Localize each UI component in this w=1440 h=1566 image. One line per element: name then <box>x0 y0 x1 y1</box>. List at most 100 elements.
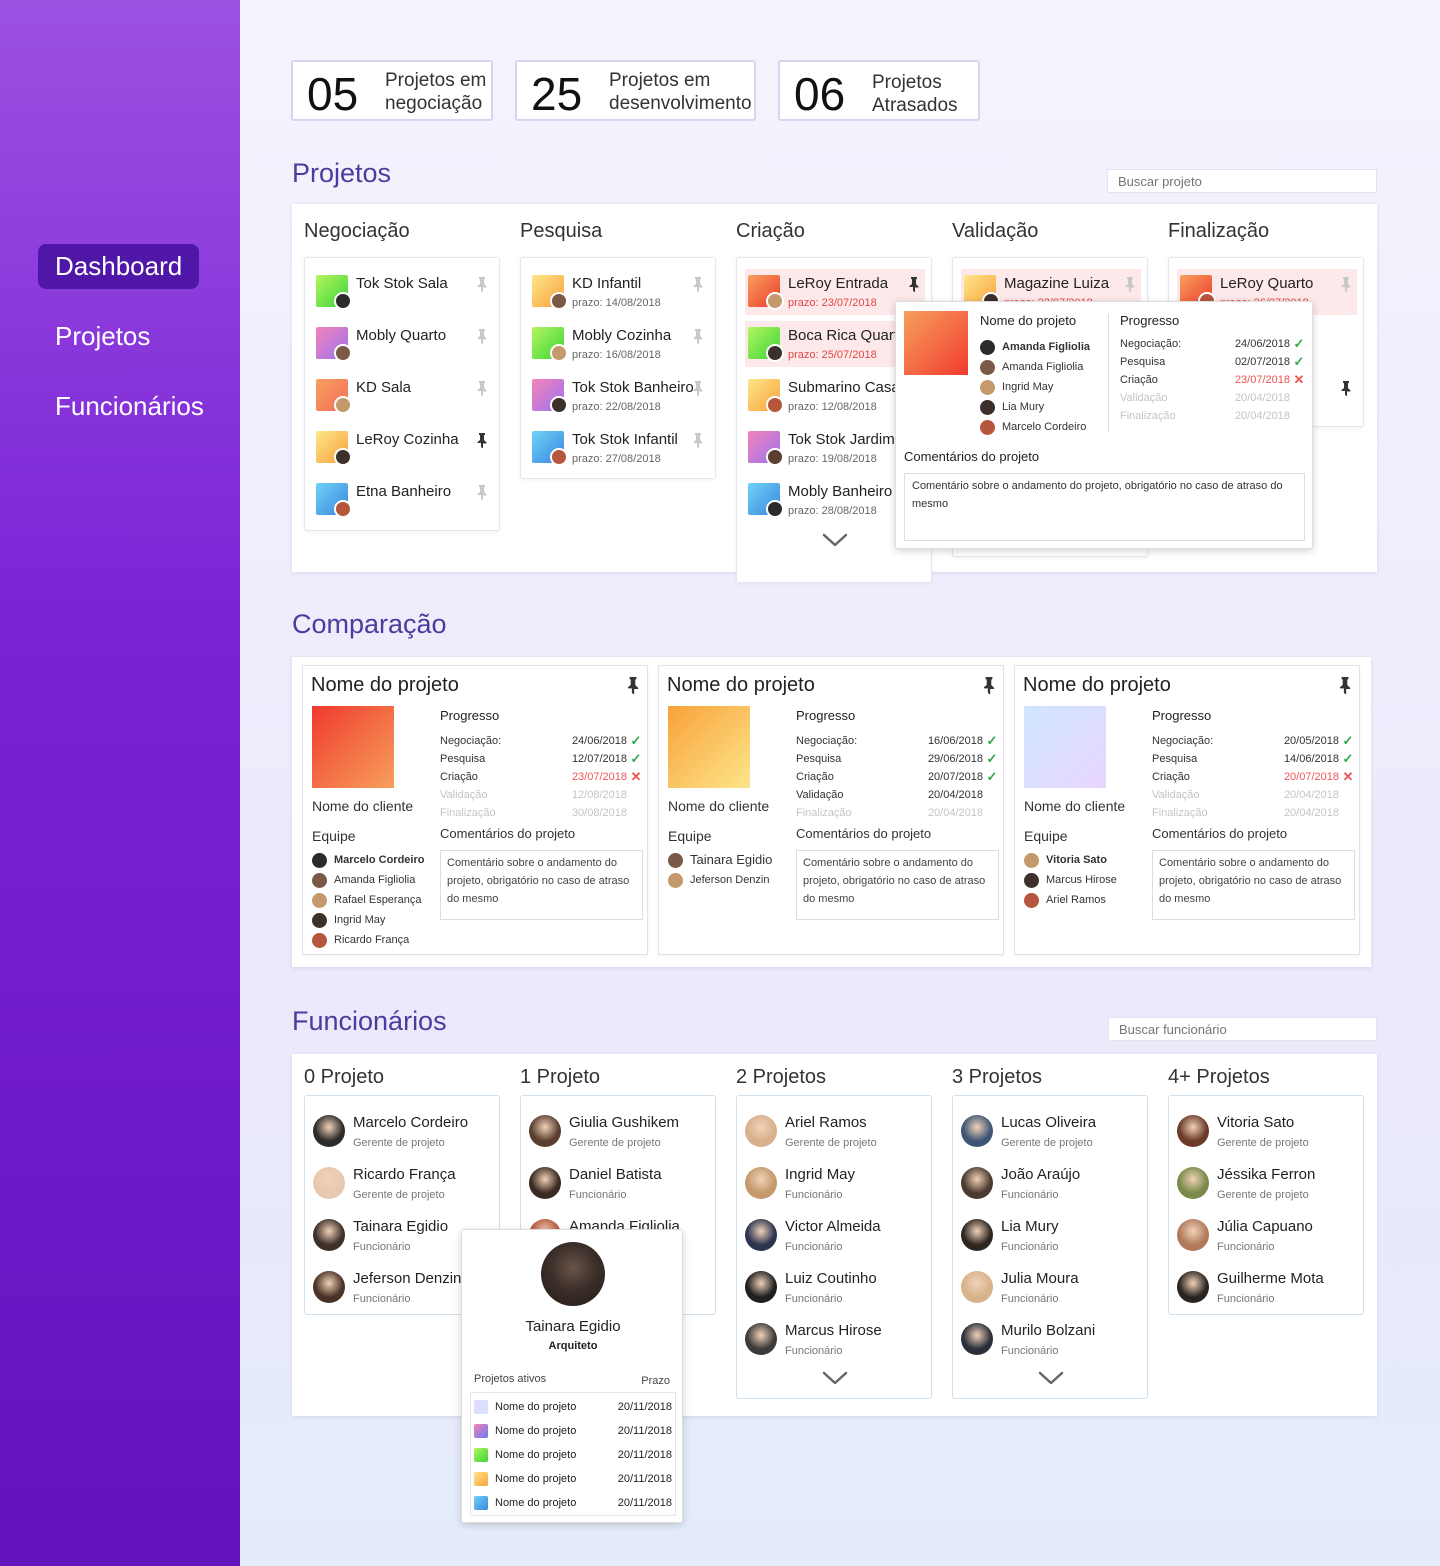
nav-dashboard[interactable]: Dashboard <box>38 244 200 289</box>
search-project-input[interactable] <box>1107 169 1377 193</box>
employee-item[interactable]: João Araújo Funcionário <box>961 1160 1141 1206</box>
active-project-deadline: 20/11/2018 <box>617 1473 672 1485</box>
project-item[interactable]: LeRoy Cozinha <box>313 425 493 471</box>
stat-label: Projetos em desenvolvimento <box>609 70 752 114</box>
progress-date: 14/06/2018 <box>1283 753 1339 765</box>
employee-role: Funcionário <box>785 1345 843 1357</box>
active-project-row[interactable]: Nome do projeto 20/11/2018 <box>470 1491 676 1515</box>
progress-step: Finalização <box>1152 807 1208 819</box>
employee-role: Gerente de projeto <box>353 1189 445 1201</box>
stat-value: 25 <box>531 68 583 120</box>
progress-date: 24/06/2018 <box>1234 338 1290 350</box>
employee-item[interactable]: Jéssika Ferron Gerente de projeto <box>1177 1160 1357 1206</box>
comment-box[interactable]: Comentário sobre o andamento do projeto,… <box>1152 850 1355 920</box>
comments-label: Comentários do projeto <box>440 826 576 841</box>
project-item[interactable]: Mobly Cozinha prazo: 16/08/2018 <box>529 321 709 367</box>
column-title-4: Finalização <box>1168 220 1270 242</box>
progress-row: Criação 23/07/2018 ✕ <box>440 768 643 786</box>
employee-item[interactable]: Julia Moura Funcionário <box>961 1264 1141 1310</box>
employee-item[interactable]: Lucas Oliveira Gerente de projeto <box>961 1108 1141 1154</box>
pin-icon[interactable] <box>691 276 705 292</box>
pin-icon[interactable] <box>1339 380 1353 396</box>
project-item[interactable]: Tok Stok Banheiro prazo: 22/08/2018 <box>529 373 709 419</box>
pin-icon[interactable] <box>691 328 705 344</box>
progress-step: Validação <box>440 789 488 801</box>
employee-item[interactable]: Ricardo França Gerente de projeto <box>313 1160 493 1206</box>
employee-item[interactable]: Ingrid May Funcionário <box>745 1160 925 1206</box>
pin-icon[interactable] <box>907 276 921 292</box>
employee-item[interactable]: Murilo Bolzani Funcionário <box>961 1316 1141 1362</box>
progress-step: Pesquisa <box>796 753 842 765</box>
chevron-down-icon[interactable] <box>1037 1370 1065 1386</box>
progress-row: Validação 20/04/2018 <box>1120 389 1306 407</box>
pin-icon[interactable] <box>475 432 489 448</box>
section-title-funcionarios: Funcionários <box>292 1006 447 1036</box>
stat-desenvolvimento[interactable]: 25 Projetos em desenvolvimento <box>515 60 756 121</box>
employee-item[interactable]: Luiz Coutinho Funcionário <box>745 1264 925 1310</box>
employee-item[interactable]: Daniel Batista Funcionário <box>529 1160 709 1206</box>
project-item[interactable]: Tok Stok Sala <box>313 269 493 315</box>
employee-name: Jeferson Denzin <box>353 1270 462 1287</box>
employee-avatar <box>745 1323 777 1355</box>
stat-atrasados[interactable]: 06 Projetos Atrasados <box>778 60 980 121</box>
project-item[interactable]: Tok Stok Infantil prazo: 27/08/2018 <box>529 425 709 471</box>
project-item[interactable]: Mobly Quarto <box>313 321 493 367</box>
progress-step: Criação <box>1120 374 1158 386</box>
project-item[interactable]: KD Sala <box>313 373 493 419</box>
chevron-down-icon[interactable] <box>821 1370 849 1386</box>
pin-icon[interactable] <box>475 484 489 500</box>
pin-icon[interactable] <box>691 380 705 396</box>
employee-role: Gerente de projeto <box>1217 1137 1309 1149</box>
employee-item[interactable]: Lia Mury Funcionário <box>961 1212 1141 1258</box>
employee-avatar <box>529 1115 561 1147</box>
active-project-row[interactable]: Nome do projeto 20/11/2018 <box>470 1467 676 1491</box>
nav-projetos[interactable]: Projetos <box>38 314 167 359</box>
pin-icon[interactable] <box>691 432 705 448</box>
project-item[interactable]: Etna Banheiro <box>313 477 493 523</box>
active-project-row[interactable]: Nome do projeto 20/11/2018 <box>470 1443 676 1467</box>
comment-box[interactable]: Comentário sobre o andamento do projeto,… <box>440 850 643 920</box>
employee-name: Lia Mury <box>1001 1218 1059 1235</box>
pin-icon[interactable] <box>475 380 489 396</box>
pin-icon[interactable] <box>981 675 995 695</box>
chevron-down-icon[interactable] <box>821 532 849 548</box>
employee-role: Gerente de projeto <box>569 1137 661 1149</box>
project-name: Nome do projeto <box>1023 674 1171 696</box>
employee-item[interactable]: Guilherme Mota Funcionário <box>1177 1264 1357 1310</box>
employee-item[interactable]: Ariel Ramos Gerente de projeto <box>745 1108 925 1154</box>
progress-date: 30/08/2018 <box>571 807 627 819</box>
active-project-row[interactable]: Nome do projeto 20/11/2018 <box>470 1419 676 1443</box>
check-icon: ✓ <box>1293 336 1305 351</box>
nav-funcionarios[interactable]: Funcionários <box>38 384 221 429</box>
project-name: Tok Stok Infantil <box>572 431 678 448</box>
stat-negociacao[interactable]: 05 Projetos em negociação <box>291 60 493 121</box>
employee-item[interactable]: Giulia Gushikem Gerente de projeto <box>529 1108 709 1154</box>
employee-item[interactable]: Júlia Capuano Funcionário <box>1177 1212 1357 1258</box>
pin-icon[interactable] <box>475 276 489 292</box>
pin-icon[interactable] <box>625 675 639 695</box>
pin-icon[interactable] <box>1339 276 1353 292</box>
project-deadline: prazo: 27/08/2018 <box>572 453 661 465</box>
search-employee-input[interactable] <box>1108 1017 1377 1041</box>
check-icon: ✓ <box>986 769 998 784</box>
pin-icon[interactable] <box>1123 276 1137 292</box>
pin-icon[interactable] <box>1337 675 1351 695</box>
comment-box[interactable]: Comentário sobre o andamento do projeto,… <box>904 473 1305 541</box>
employee-avatar <box>961 1167 993 1199</box>
active-project-row[interactable]: Nome do projeto 20/11/2018 <box>470 1395 676 1419</box>
comment-box[interactable]: Comentário sobre o andamento do projeto,… <box>796 850 999 920</box>
employee-name: Vitoria Sato <box>1217 1114 1295 1131</box>
progress-date: 29/06/2018 <box>927 753 983 765</box>
stat-label: Projetos Atrasados <box>872 72 958 116</box>
employee-item[interactable]: Marcelo Cordeiro Gerente de projeto <box>313 1108 493 1154</box>
employee-item[interactable]: Marcus Hirose Funcionário <box>745 1316 925 1362</box>
progress-row: Criação 23/07/2018 ✕ <box>1120 371 1306 389</box>
employee-item[interactable]: Victor Almeida Funcionário <box>745 1212 925 1258</box>
progress-date: 02/07/2018 <box>1234 356 1290 368</box>
avatar <box>312 873 327 888</box>
employee-item[interactable]: Vitoria Sato Gerente de projeto <box>1177 1108 1357 1154</box>
project-item[interactable]: KD Infantil prazo: 14/08/2018 <box>529 269 709 315</box>
progress-row: Negociação: 16/06/2018 ✓ <box>796 732 999 750</box>
pin-icon[interactable] <box>475 328 489 344</box>
progress-step: Negociação: <box>440 735 502 747</box>
